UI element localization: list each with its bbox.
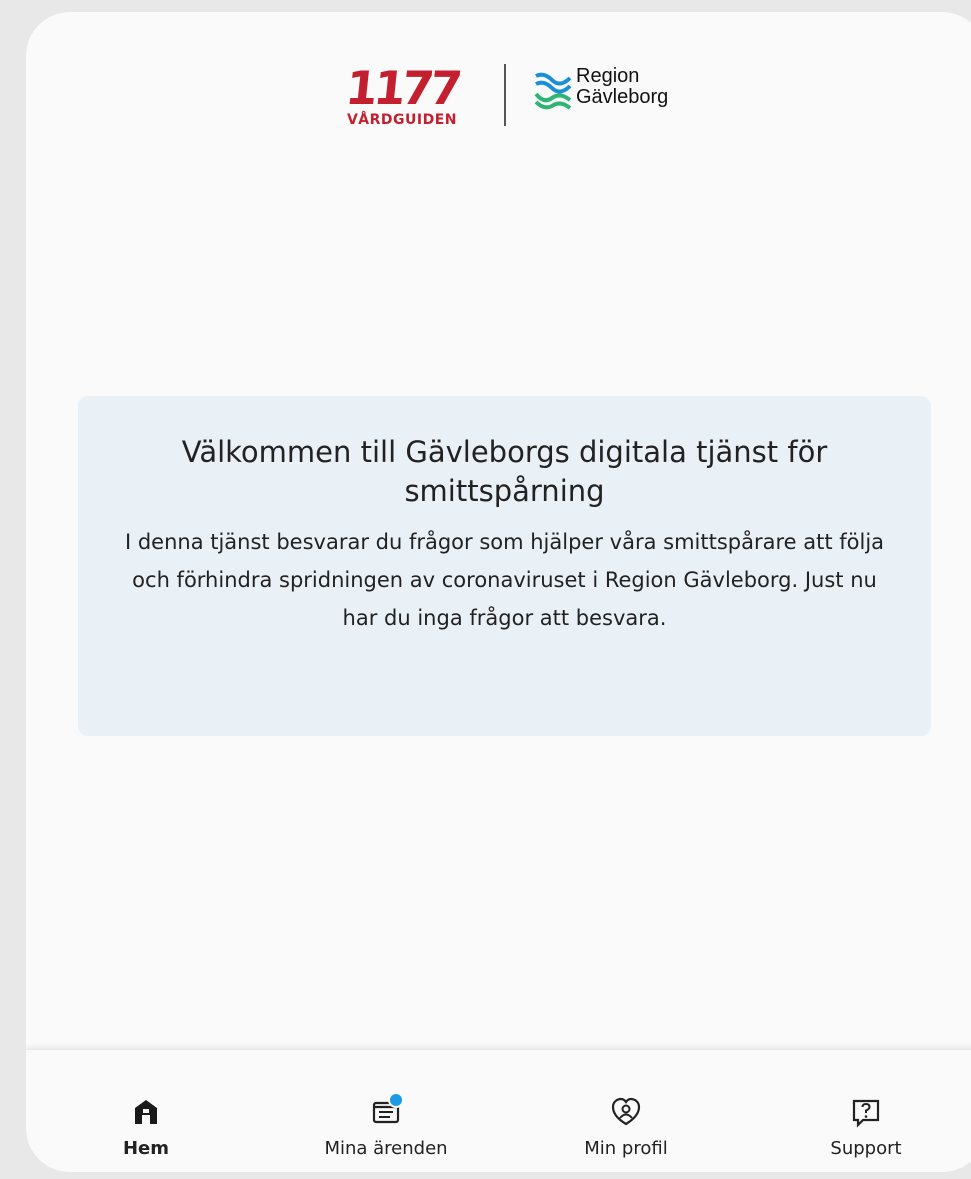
welcome-title: Välkommen till Gävleborgs digitala tjäns…	[181, 435, 828, 508]
tab-support-label: Support	[830, 1138, 902, 1159]
region-logo-line1: Region	[576, 65, 640, 87]
notification-badge	[388, 1092, 404, 1108]
region-logo-text: Region Gävleborg	[576, 66, 668, 108]
bottom-tab-bar: Hem Mina ärenden Min profil Support	[26, 1050, 971, 1172]
tab-mina-arenden-label: Mina ärenden	[324, 1138, 448, 1159]
region-wave-icon	[534, 72, 572, 110]
tab-mina-arenden[interactable]: Mina ärenden	[266, 1050, 506, 1172]
welcome-card: Välkommen till Gävleborgs digitala tjäns…	[78, 396, 931, 736]
region-gavleborg-logo: Region Gävleborg	[534, 66, 734, 126]
app-screen: 1177 VÅRDGUIDEN Region Gävleborg Välkomm…	[26, 12, 971, 1172]
welcome-message: I denna tjänst besvarar du frågor som hj…	[124, 530, 885, 630]
support-icon	[852, 1099, 880, 1128]
cases-icon-wrap	[370, 1092, 404, 1128]
tab-min-profil-label: Min profil	[584, 1138, 668, 1159]
profile-icon	[611, 1097, 641, 1126]
tab-min-profil[interactable]: Min profil	[506, 1050, 746, 1172]
tab-hem-label: Hem	[122, 1138, 170, 1159]
logo-divider	[504, 64, 506, 126]
logo-1177-vardguiden: 1177 VÅRDGUIDEN	[326, 61, 478, 130]
logo-1177-number: 1177	[343, 61, 461, 115]
region-logo-line2: Gävleborg	[576, 86, 669, 108]
tab-support[interactable]: Support	[746, 1050, 971, 1172]
app-header: 1177 VÅRDGUIDEN Region Gävleborg	[26, 12, 971, 172]
tab-hem[interactable]: Hem	[26, 1050, 266, 1172]
home-icon	[135, 1100, 157, 1124]
